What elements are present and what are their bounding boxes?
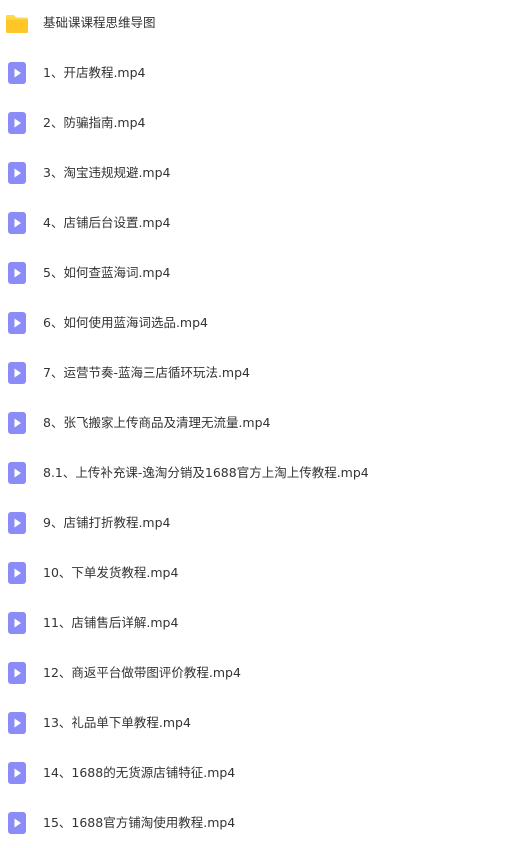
file-row[interactable]: 7、运营节奏-蓝海三店循环玩法.mp4 [0, 348, 529, 398]
folder-row[interactable]: 基础课课程思维导图 [0, 0, 529, 48]
file-name: 10、下单发货教程.mp4 [43, 565, 179, 580]
file-name: 8、张飞搬家上传商品及清理无流量.mp4 [43, 415, 271, 430]
file-row[interactable]: 10、下单发货教程.mp4 [0, 548, 529, 598]
file-row[interactable]: 14、1688的无货源店铺特征.mp4 [0, 748, 529, 798]
video-file-icon [8, 612, 26, 634]
file-row[interactable]: 6、如何使用蓝海词选品.mp4 [0, 298, 529, 348]
video-file-icon [8, 312, 26, 334]
video-file-icon [8, 512, 26, 534]
video-file-icon [8, 812, 26, 834]
file-name: 12、商返平台做带图评价教程.mp4 [43, 665, 241, 680]
file-row[interactable]: 1、开店教程.mp4 [0, 48, 529, 98]
file-row[interactable]: 2、防骗指南.mp4 [0, 98, 529, 148]
file-name: 11、店铺售后详解.mp4 [43, 615, 179, 630]
file-name: 13、礼品单下单教程.mp4 [43, 715, 191, 730]
folder-icon [6, 15, 28, 33]
file-row[interactable]: 4、店铺后台设置.mp4 [0, 198, 529, 248]
file-row[interactable]: 5、如何查蓝海词.mp4 [0, 248, 529, 298]
video-file-icon [8, 412, 26, 434]
video-file-icon [8, 62, 26, 84]
file-row[interactable]: 8.1、上传补充课-逸淘分销及1688官方上淘上传教程.mp4 [0, 448, 529, 498]
folder-name: 基础课课程思维导图 [43, 15, 156, 30]
video-file-icon [8, 212, 26, 234]
video-file-icon [8, 262, 26, 284]
file-name: 1、开店教程.mp4 [43, 65, 146, 80]
file-name: 2、防骗指南.mp4 [43, 115, 146, 130]
file-row[interactable]: 13、礼品单下单教程.mp4 [0, 698, 529, 748]
file-name: 5、如何查蓝海词.mp4 [43, 265, 171, 280]
video-file-icon [8, 762, 26, 784]
video-file-icon [8, 712, 26, 734]
file-row[interactable]: 8、张飞搬家上传商品及清理无流量.mp4 [0, 398, 529, 448]
video-file-icon [8, 662, 26, 684]
file-name: 9、店铺打折教程.mp4 [43, 515, 171, 530]
file-row[interactable]: 15、1688官方铺淘使用教程.mp4 [0, 798, 529, 848]
file-name: 14、1688的无货源店铺特征.mp4 [43, 765, 236, 780]
file-name: 6、如何使用蓝海词选品.mp4 [43, 315, 208, 330]
file-name: 4、店铺后台设置.mp4 [43, 215, 171, 230]
file-row[interactable]: 3、淘宝违规规避.mp4 [0, 148, 529, 198]
file-name: 7、运营节奏-蓝海三店循环玩法.mp4 [43, 365, 251, 380]
file-row[interactable]: 11、店铺售后详解.mp4 [0, 598, 529, 648]
video-file-icon [8, 362, 26, 384]
video-file-icon [8, 562, 26, 584]
video-file-icon [8, 112, 26, 134]
file-name: 15、1688官方铺淘使用教程.mp4 [43, 815, 236, 830]
file-row[interactable]: 9、店铺打折教程.mp4 [0, 498, 529, 548]
file-list: 基础课课程思维导图 1、开店教程.mp4 2、防骗指南.mp4 3、淘宝违规规避… [0, 0, 529, 846]
file-name: 8.1、上传补充课-逸淘分销及1688官方上淘上传教程.mp4 [43, 465, 369, 480]
video-file-icon [8, 462, 26, 484]
file-row[interactable]: 12、商返平台做带图评价教程.mp4 [0, 648, 529, 698]
video-file-icon [8, 162, 26, 184]
file-name: 3、淘宝违规规避.mp4 [43, 165, 171, 180]
